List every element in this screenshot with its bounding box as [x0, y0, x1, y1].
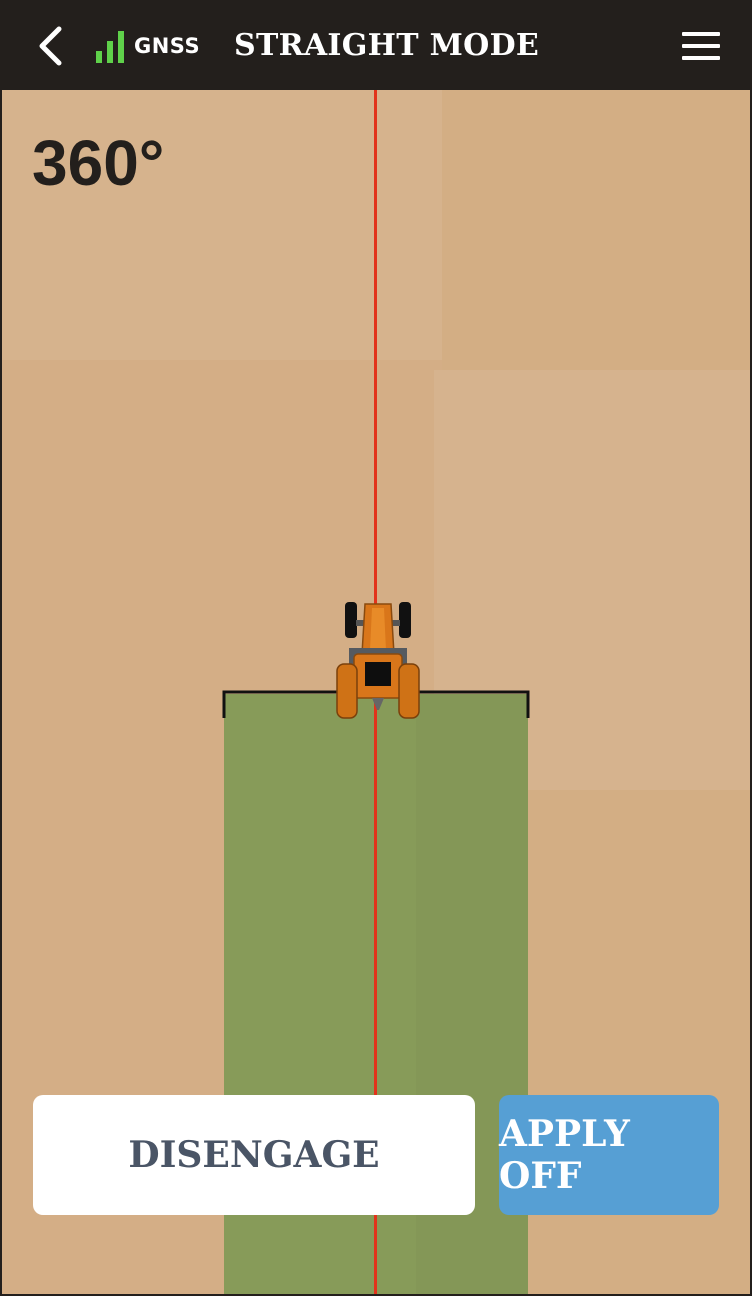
gnss-label: GNSS: [134, 34, 201, 58]
chevron-left-icon: [39, 26, 62, 66]
disengage-button[interactable]: DISENGAGE: [33, 1095, 475, 1215]
apply-off-button[interactable]: APPLY OFF: [499, 1095, 719, 1215]
back-button[interactable]: [28, 22, 72, 70]
tractor-icon: [336, 602, 420, 719]
app-screen: GNSS STRAIGHT MODE 360° DISENGAGE APPLY …: [0, 0, 752, 1296]
page-title: STRAIGHT MODE: [234, 28, 540, 63]
signal-bars-icon: [96, 29, 124, 63]
gnss-status: GNSS: [96, 26, 200, 66]
heading-readout: 360°: [32, 127, 165, 199]
menu-button[interactable]: [682, 30, 720, 62]
field-tile: [442, 90, 750, 370]
top-bar: GNSS STRAIGHT MODE: [2, 2, 750, 90]
